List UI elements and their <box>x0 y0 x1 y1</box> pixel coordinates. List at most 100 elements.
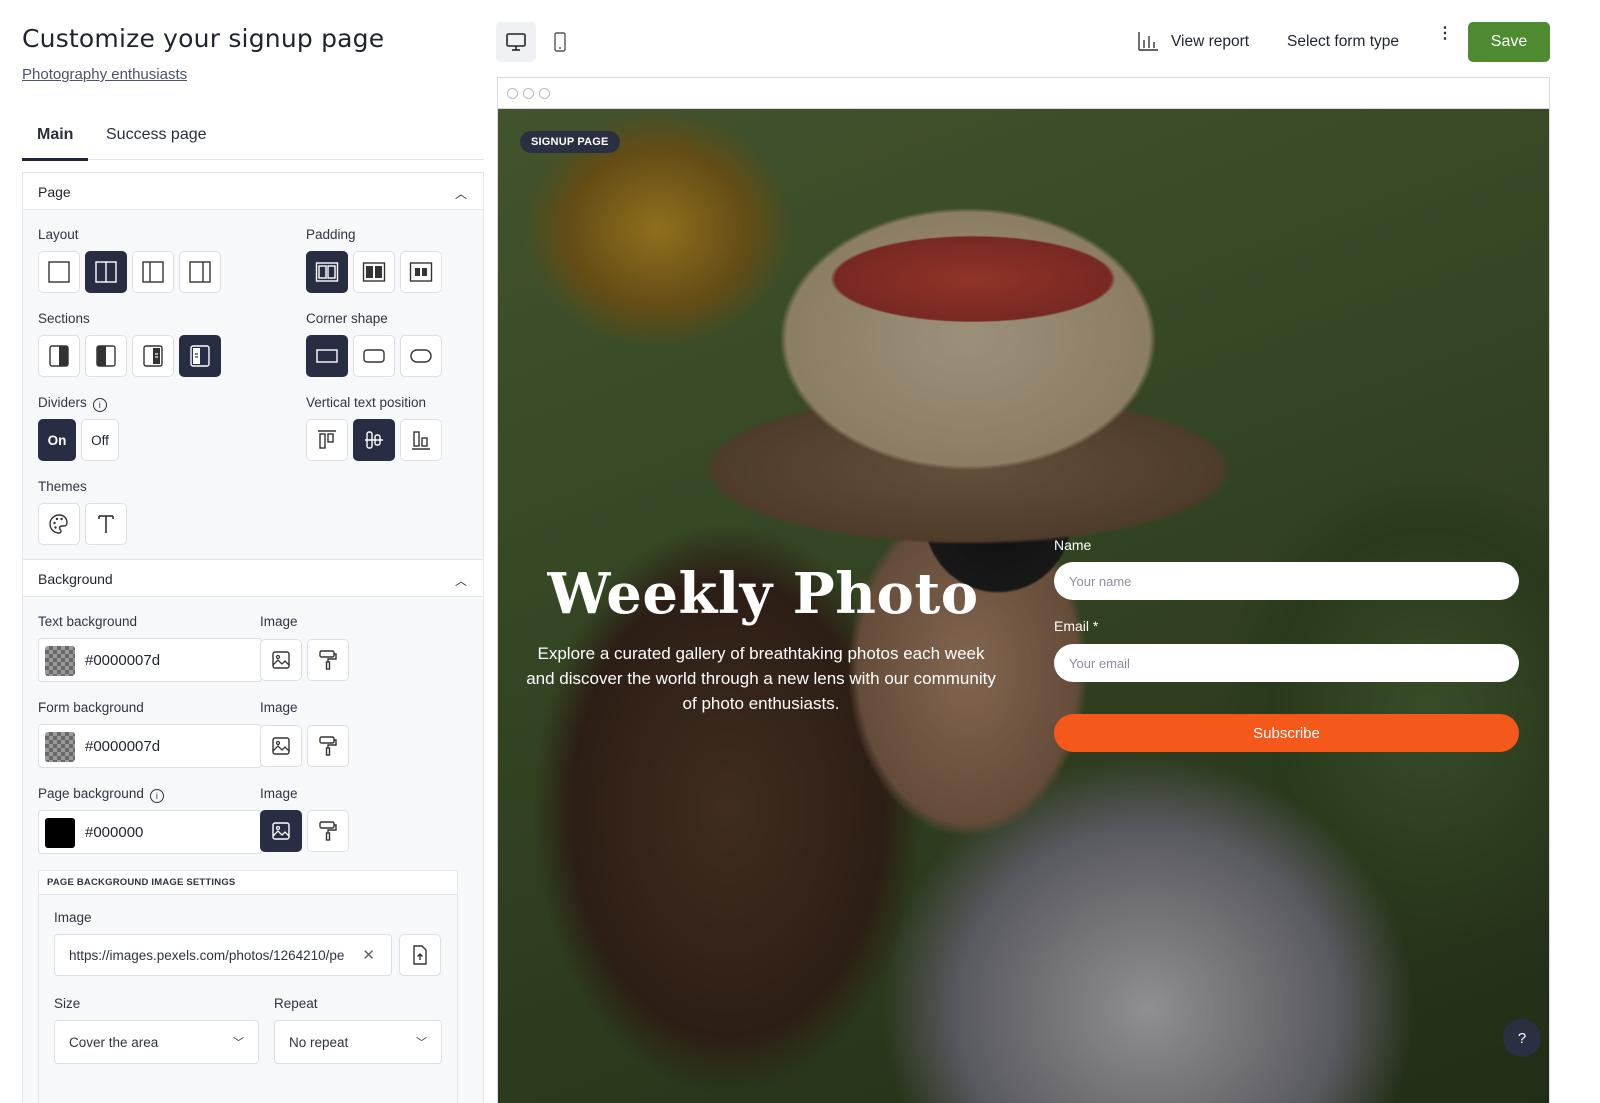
chevron-up-icon: ︿ <box>454 187 467 201</box>
select-form-type-button[interactable]: Select form type <box>1287 33 1399 51</box>
text-position-top-button[interactable] <box>306 419 348 461</box>
background-section-title: Background <box>38 571 113 587</box>
page-title: Customize your signup page <box>22 24 385 53</box>
image-icon <box>272 822 290 840</box>
save-button[interactable]: Save <box>1468 22 1550 62</box>
sections-form-left-button[interactable] <box>179 335 221 377</box>
tab-bar: Main Success page <box>22 118 484 161</box>
repeat-select[interactable]: No repeat ﹀ <box>274 1020 442 1064</box>
tab-main[interactable]: Main <box>22 126 89 161</box>
dividers-on-button[interactable]: On <box>38 419 76 461</box>
sections-right-fill-button[interactable] <box>38 335 80 377</box>
text-position-center-button[interactable] <box>353 419 395 461</box>
text-position-bottom-button[interactable] <box>400 419 442 461</box>
form-background-paint-button[interactable] <box>307 725 349 767</box>
padding-medium-button[interactable] <box>353 251 395 293</box>
form-background-label: Form background <box>38 700 144 715</box>
padding-label: Padding <box>306 227 356 242</box>
mobile-icon <box>554 32 566 52</box>
theme-colors-button[interactable] <box>38 503 80 545</box>
browser-chrome <box>498 78 1549 109</box>
name-input[interactable]: Your name <box>1054 562 1519 600</box>
page-section-header[interactable]: Page ︿ <box>22 172 484 210</box>
info-icon[interactable]: i <box>149 789 164 803</box>
hero-subtitle: Explore a curated gallery of breathtakin… <box>526 644 996 713</box>
color-swatch[interactable] <box>45 646 75 676</box>
page-background-color-field[interactable]: #000000 <box>38 810 262 854</box>
more-options-icon[interactable]: ⋮ <box>1437 26 1453 42</box>
sections-form-right-button[interactable] <box>132 335 174 377</box>
size-label: Size <box>54 996 81 1011</box>
view-report-button[interactable]: View report <box>1171 33 1249 51</box>
chevron-down-icon: ﹀ <box>416 1037 427 1049</box>
subscribe-button[interactable]: Subscribe <box>1054 714 1519 752</box>
window-dot-icon <box>507 88 518 99</box>
image-icon <box>272 651 290 669</box>
paint-roller-icon <box>319 736 337 756</box>
padding-large-icon <box>409 262 433 282</box>
corner-rounded-button[interactable] <box>353 335 395 377</box>
tab-success-page[interactable]: Success page <box>106 126 207 158</box>
clear-icon[interactable]: ✕ <box>362 946 375 964</box>
image-url-value: https://images.pexels.com/photos/1264210… <box>69 948 345 963</box>
chevron-up-icon: ︿ <box>454 574 467 588</box>
dividers-off-button[interactable]: Off <box>81 419 119 461</box>
help-button[interactable]: ? <box>1503 1019 1541 1057</box>
settings-panel: Customize your signup page Photography e… <box>0 0 495 1103</box>
dividers-label-text: Dividers <box>38 395 87 410</box>
layout-right-button[interactable] <box>179 251 221 293</box>
size-select-value: Cover the area <box>69 1035 159 1050</box>
info-icon[interactable]: i <box>92 398 107 412</box>
form-name-link[interactable]: Photography enthusiasts <box>22 66 187 83</box>
align-top-icon <box>318 430 336 449</box>
section-right-fill-icon <box>49 345 69 367</box>
upload-image-button[interactable] <box>399 934 441 976</box>
text-background-value[interactable]: #0000007d <box>85 652 160 669</box>
chevron-down-icon: ﹀ <box>233 1037 244 1049</box>
section-form-right-icon <box>143 345 163 367</box>
align-bottom-icon <box>412 431 430 450</box>
color-swatch[interactable] <box>45 732 75 762</box>
form-background-value[interactable]: #0000007d <box>85 738 160 755</box>
text-background-paint-button[interactable] <box>307 639 349 681</box>
corner-square-button[interactable] <box>306 335 348 377</box>
email-input[interactable]: Your email <box>1054 644 1519 682</box>
email-label: Email * <box>1054 618 1099 634</box>
page-background-image-button[interactable] <box>260 810 302 852</box>
padding-medium-icon <box>362 262 386 282</box>
text-background-image-button[interactable] <box>260 639 302 681</box>
padding-small-button[interactable] <box>306 251 348 293</box>
color-swatch[interactable] <box>45 818 75 848</box>
repeat-select-value: No repeat <box>289 1035 349 1050</box>
section-left-fill-icon <box>96 345 116 367</box>
themes-label: Themes <box>38 479 87 494</box>
corner-shape-label: Corner shape <box>306 311 388 326</box>
size-select[interactable]: Cover the area ﹀ <box>54 1020 259 1064</box>
theme-fonts-button[interactable] <box>85 503 127 545</box>
text-background-image-label: Image <box>260 614 298 629</box>
preview-background-image: SIGNUP PAGE Weekly Photo Explore a curat… <box>498 109 1549 1103</box>
layout-split-button[interactable] <box>85 251 127 293</box>
text-background-color-field[interactable]: #0000007d <box>38 638 262 682</box>
layout-single-button[interactable] <box>38 251 80 293</box>
form-background-image-button[interactable] <box>260 725 302 767</box>
hero-title: Weekly Photo <box>547 561 979 627</box>
repeat-label: Repeat <box>274 996 318 1011</box>
background-section-header[interactable]: Background ︿ <box>22 559 484 597</box>
mobile-view-button[interactable] <box>540 22 580 62</box>
window-dot-icon <box>523 88 534 99</box>
page-background-paint-button[interactable] <box>307 810 349 852</box>
corner-pill-button[interactable] <box>400 335 442 377</box>
bar-chart-icon[interactable] <box>1137 31 1159 51</box>
sections-label: Sections <box>38 311 90 326</box>
sections-left-fill-button[interactable] <box>85 335 127 377</box>
page-background-value[interactable]: #000000 <box>85 824 143 841</box>
layout-split-icon <box>95 261 117 283</box>
padding-large-button[interactable] <box>400 251 442 293</box>
page-background-image-settings: PAGE BACKGROUND IMAGE SETTINGS <box>38 870 458 1103</box>
layout-left-button[interactable] <box>132 251 174 293</box>
image-url-input[interactable]: https://images.pexels.com/photos/1264210… <box>54 934 392 976</box>
page-section-title: Page <box>38 184 71 200</box>
desktop-view-button[interactable] <box>496 22 536 62</box>
form-background-color-field[interactable]: #0000007d <box>38 724 262 768</box>
